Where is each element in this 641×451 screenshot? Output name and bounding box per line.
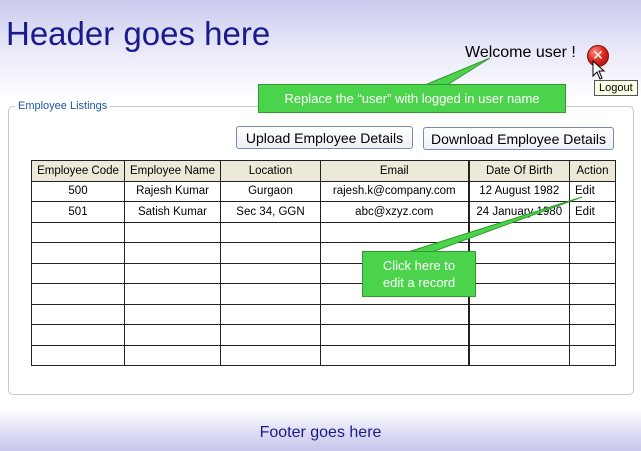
table-cell — [320, 324, 469, 346]
column-header-action: Action — [569, 160, 616, 182]
table-cell — [220, 283, 321, 305]
cell-email: abc@xzyz.com — [320, 201, 469, 223]
table-row: 501 Satish Kumar Sec 34, GGN abc@xzyz.co… — [31, 201, 616, 223]
table-cell — [124, 303, 221, 325]
table-cell — [220, 242, 321, 264]
table-cell — [467, 303, 570, 325]
cell-employee-code: 500 — [31, 180, 125, 202]
cell-action: Edit — [569, 201, 616, 223]
table-row — [31, 344, 616, 366]
table-cell — [124, 324, 221, 346]
cell-employee-name: Satish Kumar — [124, 201, 221, 223]
table-cell — [569, 283, 616, 305]
table-row — [31, 262, 616, 284]
cell-location: Sec 34, GGN — [220, 201, 321, 223]
table-cell — [569, 221, 616, 243]
table-row — [31, 221, 616, 243]
column-header-employee-name: Employee Name — [124, 160, 221, 182]
table-cell — [31, 344, 125, 366]
table-cell — [569, 344, 616, 366]
table-cell — [467, 262, 570, 284]
table-cell — [467, 283, 570, 305]
table-cell — [320, 344, 469, 366]
column-header-email: Email — [320, 160, 469, 182]
table-row — [31, 303, 616, 325]
column-header-location: Location — [220, 160, 321, 182]
table-cell — [220, 344, 321, 366]
table-cell — [467, 221, 570, 243]
replace-user-note: Replace the “user” with logged in user n… — [284, 91, 540, 106]
table-cell — [569, 324, 616, 346]
table-cell — [320, 221, 469, 243]
table-row: 500 Rajesh Kumar Gurgaon rajesh.k@compan… — [31, 180, 616, 202]
mouse-cursor-icon — [592, 60, 606, 80]
table-cell — [220, 262, 321, 284]
table-cell — [569, 242, 616, 264]
edit-record-callout: Click here to edit a record — [362, 251, 476, 297]
table-cell — [320, 303, 469, 325]
table-cell — [220, 303, 321, 325]
upload-employee-details-button[interactable]: Upload Employee Details — [236, 126, 413, 149]
edit-record-link[interactable]: Edit — [575, 185, 595, 197]
table-cell — [31, 242, 125, 264]
cell-date-of-birth: 24 January 1980 — [467, 201, 570, 223]
cell-employee-name: Rajesh Kumar — [124, 180, 221, 202]
replace-user-callout: Replace the “user” with logged in user n… — [258, 84, 566, 113]
edit-note-line-1: Click here to — [382, 258, 456, 273]
table-cell — [220, 221, 321, 243]
cell-email: rajesh.k@company.com — [320, 180, 469, 202]
page-footer-text: Footer goes here — [259, 424, 382, 441]
table-cell — [31, 324, 125, 346]
table-cell — [467, 344, 570, 366]
table-row — [31, 242, 616, 264]
cell-employee-code: 501 — [31, 201, 125, 223]
table-cell — [569, 262, 616, 284]
table-row — [31, 324, 616, 346]
table-cell — [220, 324, 321, 346]
table-cell — [31, 283, 125, 305]
edit-record-link[interactable]: Edit — [575, 206, 595, 218]
table-cell — [124, 242, 221, 264]
table-cell — [467, 242, 570, 264]
table-cell — [124, 283, 221, 305]
welcome-message: Welcome user ! — [465, 44, 576, 61]
table-cell — [31, 303, 125, 325]
logout-tooltip: Logout — [594, 80, 638, 96]
table-cell — [124, 262, 221, 284]
table-cell — [31, 262, 125, 284]
table-cell — [467, 324, 570, 346]
table-header-row: Employee Code Employee Name Location Ema… — [31, 160, 616, 182]
column-header-employee-code: Employee Code — [31, 160, 125, 182]
employee-listings-legend: Employee Listings — [15, 100, 111, 112]
employee-table: Employee Code Employee Name Location Ema… — [31, 160, 616, 366]
table-cell — [31, 221, 125, 243]
download-employee-details-button[interactable]: Download Employee Details — [423, 127, 614, 150]
cell-date-of-birth: 12 August 1982 — [467, 180, 570, 202]
cell-location: Gurgaon — [220, 180, 321, 202]
table-row — [31, 283, 616, 305]
page-header-title: Header goes here — [6, 15, 271, 52]
cell-action: Edit — [569, 180, 616, 202]
column-header-date-of-birth: Date Of Birth — [467, 160, 570, 182]
table-cell — [124, 344, 221, 366]
table-cell — [569, 303, 616, 325]
edit-note-line-2: edit a record — [382, 275, 456, 290]
table-cell — [124, 221, 221, 243]
